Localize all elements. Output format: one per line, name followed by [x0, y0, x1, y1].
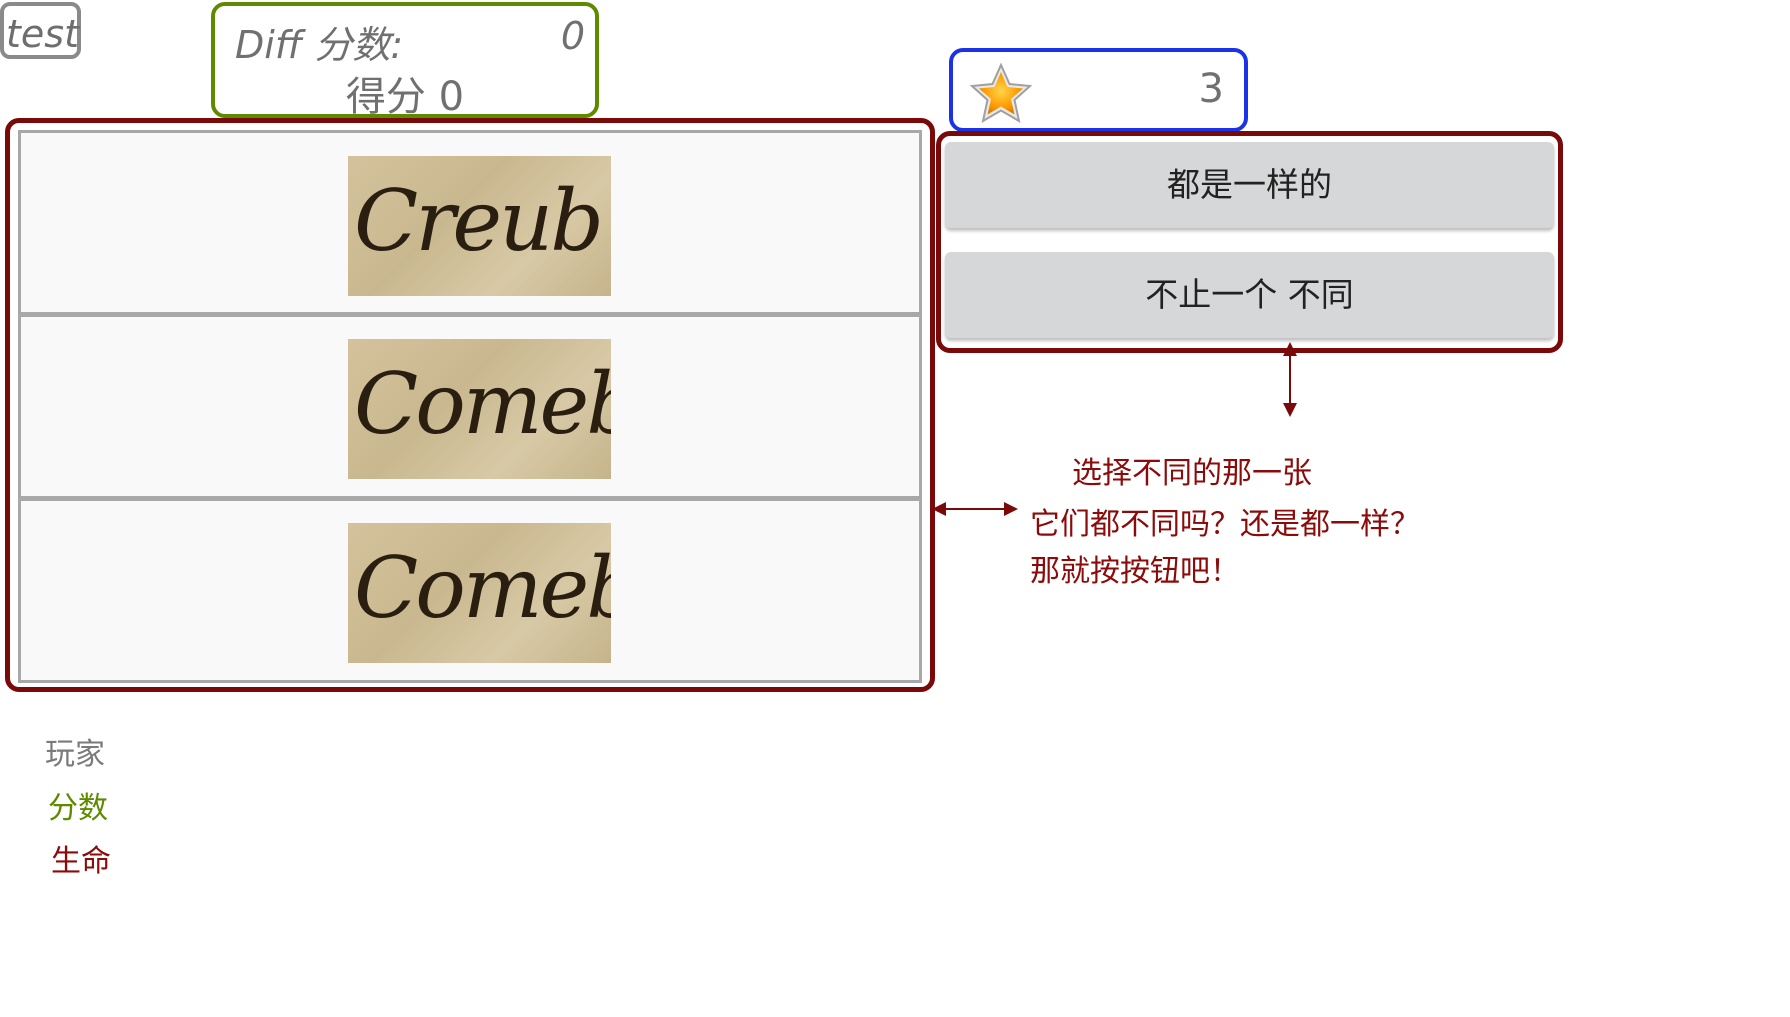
diff-score-value: 0 — [560, 14, 585, 58]
more-than-one-different-button[interactable]: 不止一个 不同 — [945, 252, 1554, 338]
diff-score-label: Diff 分数: — [235, 23, 404, 67]
hint-line-2: 它们都不同吗？还是都一样？ — [1030, 507, 1420, 542]
image-option-2[interactable]: Comeb — [18, 314, 922, 499]
hint-line-1: 选择不同的那一张 — [1072, 456, 1312, 491]
lives-value: 3 — [1198, 66, 1224, 112]
score-box: Diff 分数: 0 得分 0 — [211, 2, 599, 120]
player-name-box: test — [0, 2, 81, 59]
answer-button-panel: 都是一样的 不止一个 不同 — [936, 131, 1563, 353]
image-option-3[interactable]: Comeb — [18, 498, 922, 683]
star-icon — [969, 62, 1033, 124]
handwriting-word: Comeb — [354, 539, 611, 637]
image-choice-panel: Creub Comeb Comeb — [5, 118, 935, 692]
legend-score: 分数 — [48, 791, 108, 826]
lives-box: 3 — [949, 48, 1248, 132]
legend-lives: 生命 — [51, 844, 111, 879]
all-same-button[interactable]: 都是一样的 — [945, 142, 1554, 228]
handwriting-word: Creub — [354, 172, 604, 270]
legend-player: 玩家 — [45, 737, 105, 772]
handwriting-image: Comeb — [348, 339, 611, 479]
hint-line-3: 那就按按钮吧！ — [1030, 554, 1240, 589]
image-option-1[interactable]: Creub — [18, 130, 922, 315]
score-text: 得分 0 — [345, 74, 465, 120]
player-name: test — [6, 12, 79, 56]
handwriting-image: Comeb — [348, 523, 611, 663]
handwriting-image: Creub — [348, 156, 611, 296]
handwriting-word: Comeb — [354, 355, 611, 453]
